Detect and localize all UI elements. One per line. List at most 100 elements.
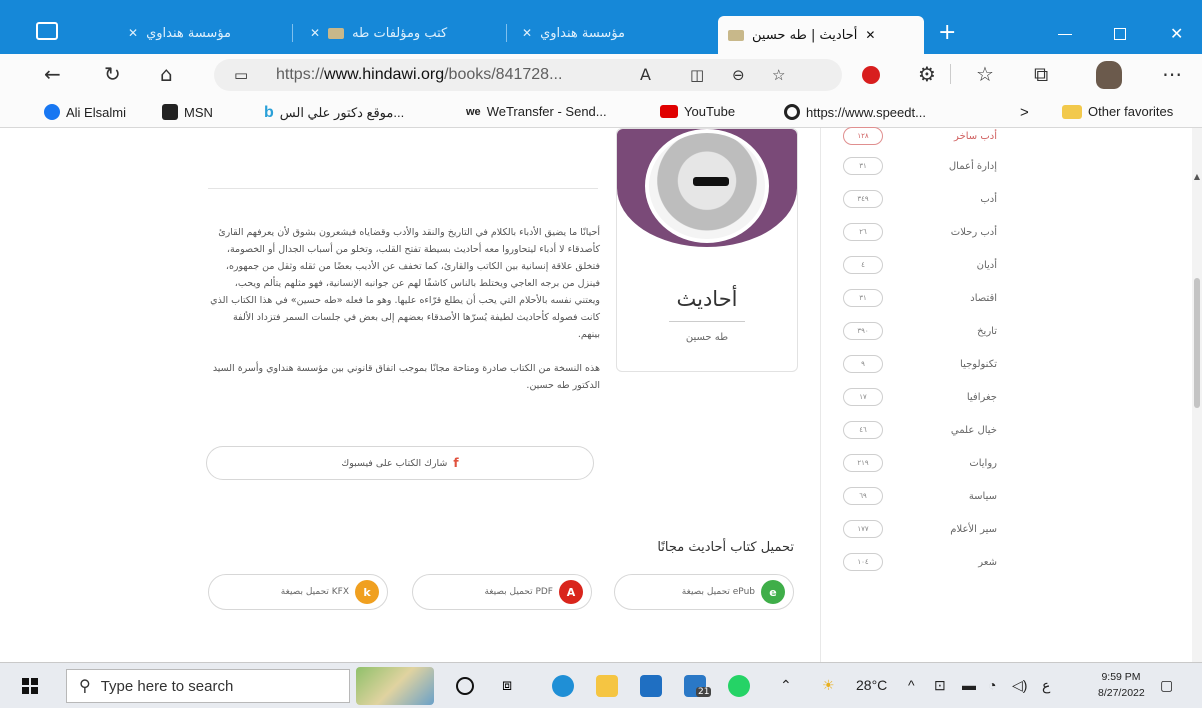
extension-red-icon[interactable] [862,66,880,84]
tab-actions-icon[interactable] [36,22,58,40]
category-item[interactable]: ٣١ اقتصاد [821,282,997,314]
download-pdf-button[interactable]: تحميل بصيغة PDF A [412,574,592,610]
mail-icon[interactable]: 21 [684,675,712,697]
download-label: تحميل بصيغة KFX [280,587,349,597]
more-menu-icon[interactable]: ⋯ [1162,64,1182,84]
home-icon[interactable]: ⌂ [160,64,173,84]
taskbar-search-box[interactable]: ⚲ Type here to search [66,669,350,703]
wifi-icon[interactable]: ◔ [988,677,996,693]
whatsapp-icon[interactable] [728,675,750,697]
category-item[interactable]: ٣١ إدارة أعمال [821,150,997,182]
category-name: شعر [978,556,997,568]
cortana-icon[interactable] [456,677,474,695]
file-explorer-icon[interactable] [596,675,618,697]
category-count: ٤ [843,256,883,274]
add-favorite-icon[interactable]: ☆ [772,65,785,85]
category-item[interactable]: ١٢٨ أدب ساخر [821,120,997,152]
favorite-wetransfer[interactable]: we WeTransfer - Send... [466,104,607,119]
input-language[interactable]: ع [1042,677,1050,694]
download-epub-button[interactable]: تحميل بصيغة ePub e [614,574,794,610]
favorite-speedtest[interactable]: https://www.speedt... [784,104,926,120]
category-item[interactable]: ٦٩ سياسة [821,480,997,512]
window-close-icon[interactable]: ✕ [1170,24,1183,43]
page-scrollbar[interactable]: ▲ [1192,128,1202,662]
content-divider [208,188,598,189]
book-title: أحاديث [676,287,738,311]
url-text[interactable]: https://www.hindawi.org/books/841728... [276,66,562,84]
favorite-ali-elsalmi[interactable]: Ali Elsalmi [44,104,126,120]
windows-start-icon[interactable] [22,678,38,694]
category-item[interactable]: ٤ أديان [821,249,997,281]
scroll-up-arrow-icon[interactable]: ▲ [1192,172,1202,181]
back-arrow-icon[interactable]: ← [44,64,61,84]
extensions-icon[interactable]: ⚙ [918,64,936,84]
category-item[interactable]: ٩ تكنولوجيا [821,348,997,380]
favorites-icon[interactable]: ☆ [976,64,994,84]
read-aloud-icon[interactable]: A [640,65,651,85]
category-item[interactable]: ١٠٤ شعر [821,546,997,578]
tab-hindawi-1[interactable]: مؤسسة هنداوي ✕ [118,18,290,48]
favorite-youtube[interactable]: YouTube [660,104,735,119]
book-author[interactable]: طه حسين [617,332,797,343]
address-bar[interactable]: ▭ https://www.hindawi.org/books/841728..… [214,59,842,91]
category-count: ٣٤٩ [843,190,883,208]
store-icon[interactable] [640,675,662,697]
category-count: ٢٦ [843,223,883,241]
battery-icon[interactable]: ▬ [962,677,976,693]
share-label: شارك الكتاب على فيسبوك [341,457,448,469]
close-icon[interactable]: ✕ [522,26,532,40]
new-tab-button[interactable]: + [938,22,956,44]
clock-time: 9:59 PM [1101,671,1141,683]
favorites-bar: Ali Elsalmi MSN b موقع دكتور علي الس... … [0,96,1202,128]
favorite-dr-ali-site[interactable]: b موقع دكتور علي الس... [264,104,404,122]
card-divider [669,321,745,322]
volume-icon[interactable]: ◁) [1012,677,1027,694]
favorite-msn[interactable]: MSN [162,104,213,120]
scroll-thumb[interactable] [1194,278,1200,408]
tab-taha-books[interactable]: كتب ومؤلفات طه ✕ [300,18,504,48]
notifications-icon[interactable]: ▢ [1160,677,1173,694]
search-highlight-image[interactable] [356,667,434,705]
category-name: إدارة أعمال [948,160,997,172]
weather-icon[interactable]: ☀ [822,677,835,694]
mail-badge: 21 [696,687,712,697]
taskbar-clock[interactable]: 9:59 PM 8/27/2022 [1098,669,1145,701]
refresh-icon[interactable]: ↻ [104,64,121,84]
wetransfer-icon: we [466,105,481,118]
category-item[interactable]: ١٧٧ سير الأعلام [821,513,997,545]
edge-icon[interactable] [552,675,574,697]
category-name: أدب [980,193,997,205]
immersive-reader-icon[interactable]: ◫ [690,65,704,85]
task-view-icon[interactable]: ⧈ [502,675,524,697]
close-icon[interactable]: ✕ [310,26,320,40]
book-cover-card[interactable]: أحاديث طه حسين [616,128,798,372]
book-description: أحيانًا ما يضيق الأدباء بالكلام في التار… [208,224,600,394]
category-item[interactable]: ٢٦ أدب رحلات [821,216,997,248]
category-item[interactable]: ٣٩٠ تاريخ [821,315,997,347]
tray-overflow-icon[interactable]: ⌃ [780,677,792,694]
download-kfx-button[interactable]: تحميل بصيغة KFX k [208,574,388,610]
close-icon[interactable]: ✕ [865,28,875,42]
zoom-icon[interactable]: ⊖ [732,65,745,85]
minimize-icon[interactable] [1058,34,1072,35]
weather-temp[interactable]: 28°C [856,677,887,693]
collections-icon[interactable]: ⧉ [1034,64,1048,84]
close-icon[interactable]: ✕ [128,26,138,40]
tab-divider [292,24,293,42]
maximize-icon[interactable] [1114,28,1126,40]
kfx-icon: k [355,580,379,604]
favorites-overflow-chevron-icon[interactable]: > [1020,104,1029,121]
clock-date: 8/27/2022 [1098,687,1145,699]
tab-ahadith[interactable]: أحاديث | طه حسين ✕ [718,16,924,54]
category-item[interactable]: ٣٤٩ أدب [821,183,997,215]
tab-hindawi-2[interactable]: مؤسسة هنداوي ✕ [512,18,712,48]
profile-avatar[interactable] [1096,61,1122,89]
other-favorites-folder[interactable]: Other favorites [1062,104,1173,119]
category-item[interactable]: ١٧ جغرافيا [821,381,997,413]
share-facebook-button[interactable]: f شارك الكتاب على فيسبوك [206,446,594,480]
touchpad-icon[interactable]: ⊡ [934,677,946,694]
category-item[interactable]: ٤٦ خيال علمي [821,414,997,446]
tray-chevron-icon[interactable]: ^ [908,677,915,693]
page-info-icon[interactable]: ▭ [234,65,248,85]
category-item[interactable]: ٢١٩ روايات [821,447,997,479]
